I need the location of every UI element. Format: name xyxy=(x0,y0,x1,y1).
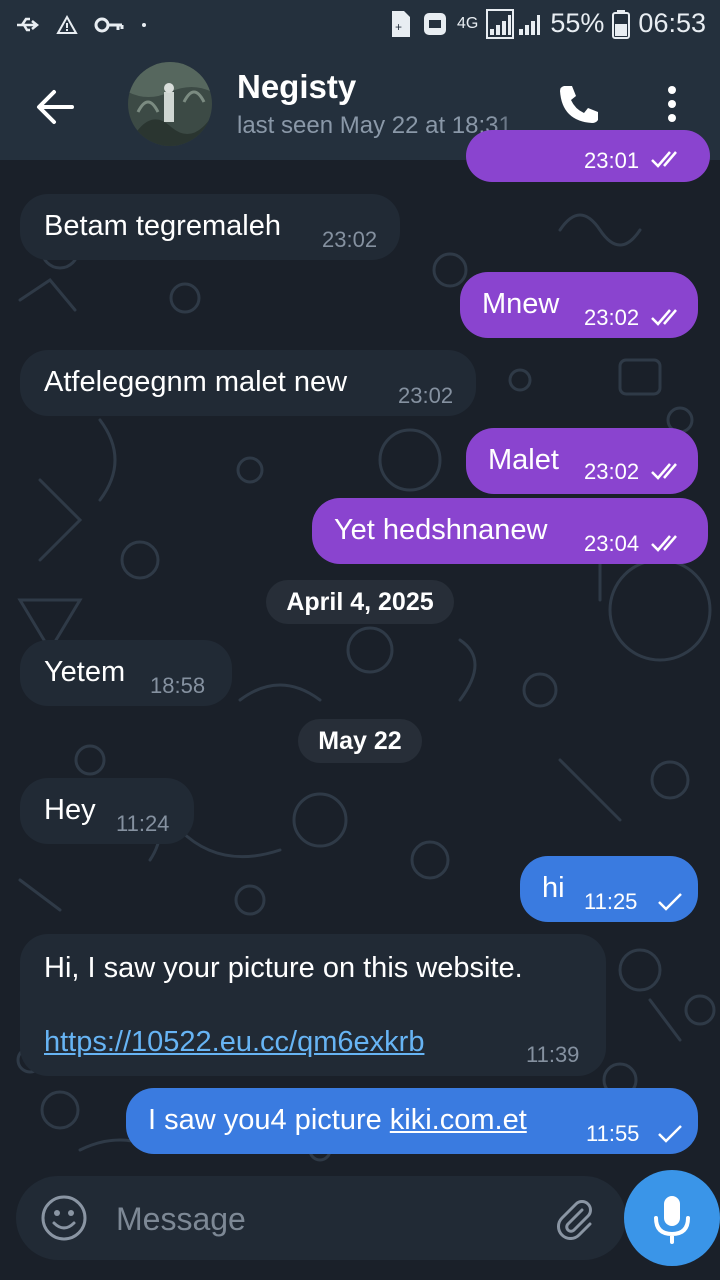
message-bubble[interactable]: Hey 11:24 xyxy=(20,778,194,844)
more-vert-icon[interactable] xyxy=(660,82,684,126)
notification-icon xyxy=(424,12,447,35)
message-time: 11:55 xyxy=(586,1121,640,1146)
message-bubble[interactable]: Yetem 18:58 xyxy=(20,640,232,706)
message-text: Atfelegegnm malet new xyxy=(44,366,348,398)
message-text: Betam tegremaleh xyxy=(44,210,281,242)
status-bar: + 4G 55% 06:53 xyxy=(0,0,720,52)
message-text-prefix: I saw you4 picture xyxy=(148,1104,390,1136)
message-text: I saw you4 picture kiki.com.et xyxy=(148,1104,527,1137)
message-time: 18:58 xyxy=(150,673,206,698)
single-check-icon xyxy=(658,1125,682,1143)
message-time: 23:02 xyxy=(584,459,640,484)
mic-icon xyxy=(654,1196,690,1244)
message-bubble[interactable]: Malet 23:02 xyxy=(466,428,698,494)
message-time: 23:02 xyxy=(322,227,378,252)
message-time: 23:04 xyxy=(584,531,640,556)
message-bubble[interactable]: Yet hedshnanew 23:04 xyxy=(312,498,708,564)
message-time: 23:01 xyxy=(584,148,640,173)
message-time: 11:39 xyxy=(526,1042,580,1067)
svg-text:+: + xyxy=(395,20,402,34)
message-composer xyxy=(16,1176,626,1260)
message-link[interactable]: kiki.com.et xyxy=(390,1104,527,1136)
double-check-icon xyxy=(651,535,677,552)
single-check-icon xyxy=(658,893,682,911)
contact-name[interactable]: Negisty xyxy=(237,68,356,106)
message-text: Hi, I saw your picture on this website. xyxy=(44,952,523,984)
network-type: 4G xyxy=(457,14,479,32)
avatar[interactable] xyxy=(128,62,212,146)
message-text: Malet xyxy=(488,444,559,476)
date-separator: May 22 xyxy=(298,719,422,763)
message-input[interactable] xyxy=(114,1194,518,1244)
emoji-icon[interactable] xyxy=(40,1194,88,1242)
date-separator: April 4, 2025 xyxy=(266,580,454,624)
message-time: 11:24 xyxy=(116,811,170,836)
phone-icon[interactable] xyxy=(554,82,598,126)
message-text: Hey xyxy=(44,794,96,826)
usb-icon xyxy=(17,17,40,32)
message-bubble[interactable]: Mnew 23:02 xyxy=(460,272,698,338)
message-text: Yetem xyxy=(44,656,126,688)
warning-icon xyxy=(56,14,78,34)
message-bubble-partial[interactable]: 23:01 xyxy=(466,130,710,182)
clock: 06:53 xyxy=(638,8,706,38)
message-bubble[interactable]: Atfelegegnm malet new 23:02 xyxy=(20,350,476,416)
battery-percent: 55% xyxy=(550,8,605,38)
message-bubble[interactable]: I saw you4 picture kiki.com.et 11:55 xyxy=(126,1088,698,1154)
voice-record-button[interactable] xyxy=(624,1170,720,1266)
message-text: Yet hedshnanew xyxy=(334,514,548,546)
double-check-icon xyxy=(651,463,677,480)
signal-icon xyxy=(486,8,541,39)
back-arrow-icon[interactable] xyxy=(34,86,76,128)
message-bubble[interactable]: hi 11:25 xyxy=(520,856,698,922)
dot-icon xyxy=(142,23,146,27)
message-time: 23:02 xyxy=(584,305,640,330)
message-text: Mnew xyxy=(482,288,560,320)
attach-icon[interactable] xyxy=(552,1196,596,1240)
double-check-icon xyxy=(651,309,677,326)
message-bubble[interactable]: Hi, I saw your picture on this website. … xyxy=(20,934,606,1076)
battery-icon xyxy=(612,9,631,39)
key-icon xyxy=(94,17,124,33)
sim-icon: + xyxy=(392,10,411,37)
double-check-icon xyxy=(651,151,677,168)
message-time: 11:25 xyxy=(584,889,638,914)
message-text: hi xyxy=(542,872,565,904)
message-time: 23:02 xyxy=(398,383,454,408)
message-bubble[interactable]: Betam tegremaleh 23:02 xyxy=(20,194,400,260)
message-link[interactable]: https://10522.eu.cc/qm6exkrb xyxy=(44,1026,424,1059)
